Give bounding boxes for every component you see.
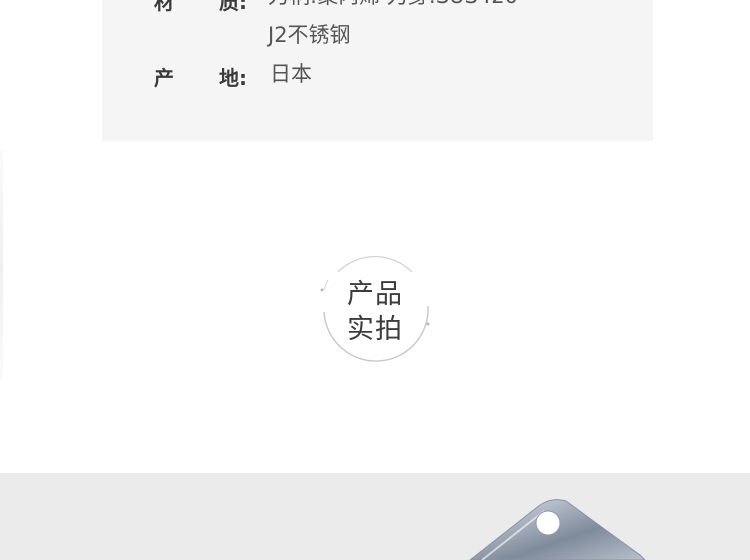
origin-label-first-char: 产 <box>154 66 174 90</box>
blade-hole <box>535 510 561 536</box>
origin-label-second-part: 地: <box>219 66 247 90</box>
material-value-line1: 刀柄:聚丙烯 刀身:SUS420 <box>268 0 518 15</box>
product-photo <box>0 473 750 560</box>
knife-blade-image <box>469 499 646 560</box>
material-label-first-char: 材 <box>154 0 174 14</box>
material-value-line2: J2不锈钢 <box>268 23 351 47</box>
spec-panel: 材 质: 刀柄:聚丙烯 刀身:SUS420 J2不锈钢 产 地: 日本 <box>102 0 653 141</box>
badge-line2: 实拍 <box>347 314 403 345</box>
badge-line1: 产品 <box>347 279 403 310</box>
page-edge-shadow <box>0 150 3 380</box>
origin-value: 日本 <box>270 62 312 86</box>
material-label-second-part: 质: <box>219 0 247 14</box>
product-photo-badge: 产品 实拍 <box>320 250 430 362</box>
